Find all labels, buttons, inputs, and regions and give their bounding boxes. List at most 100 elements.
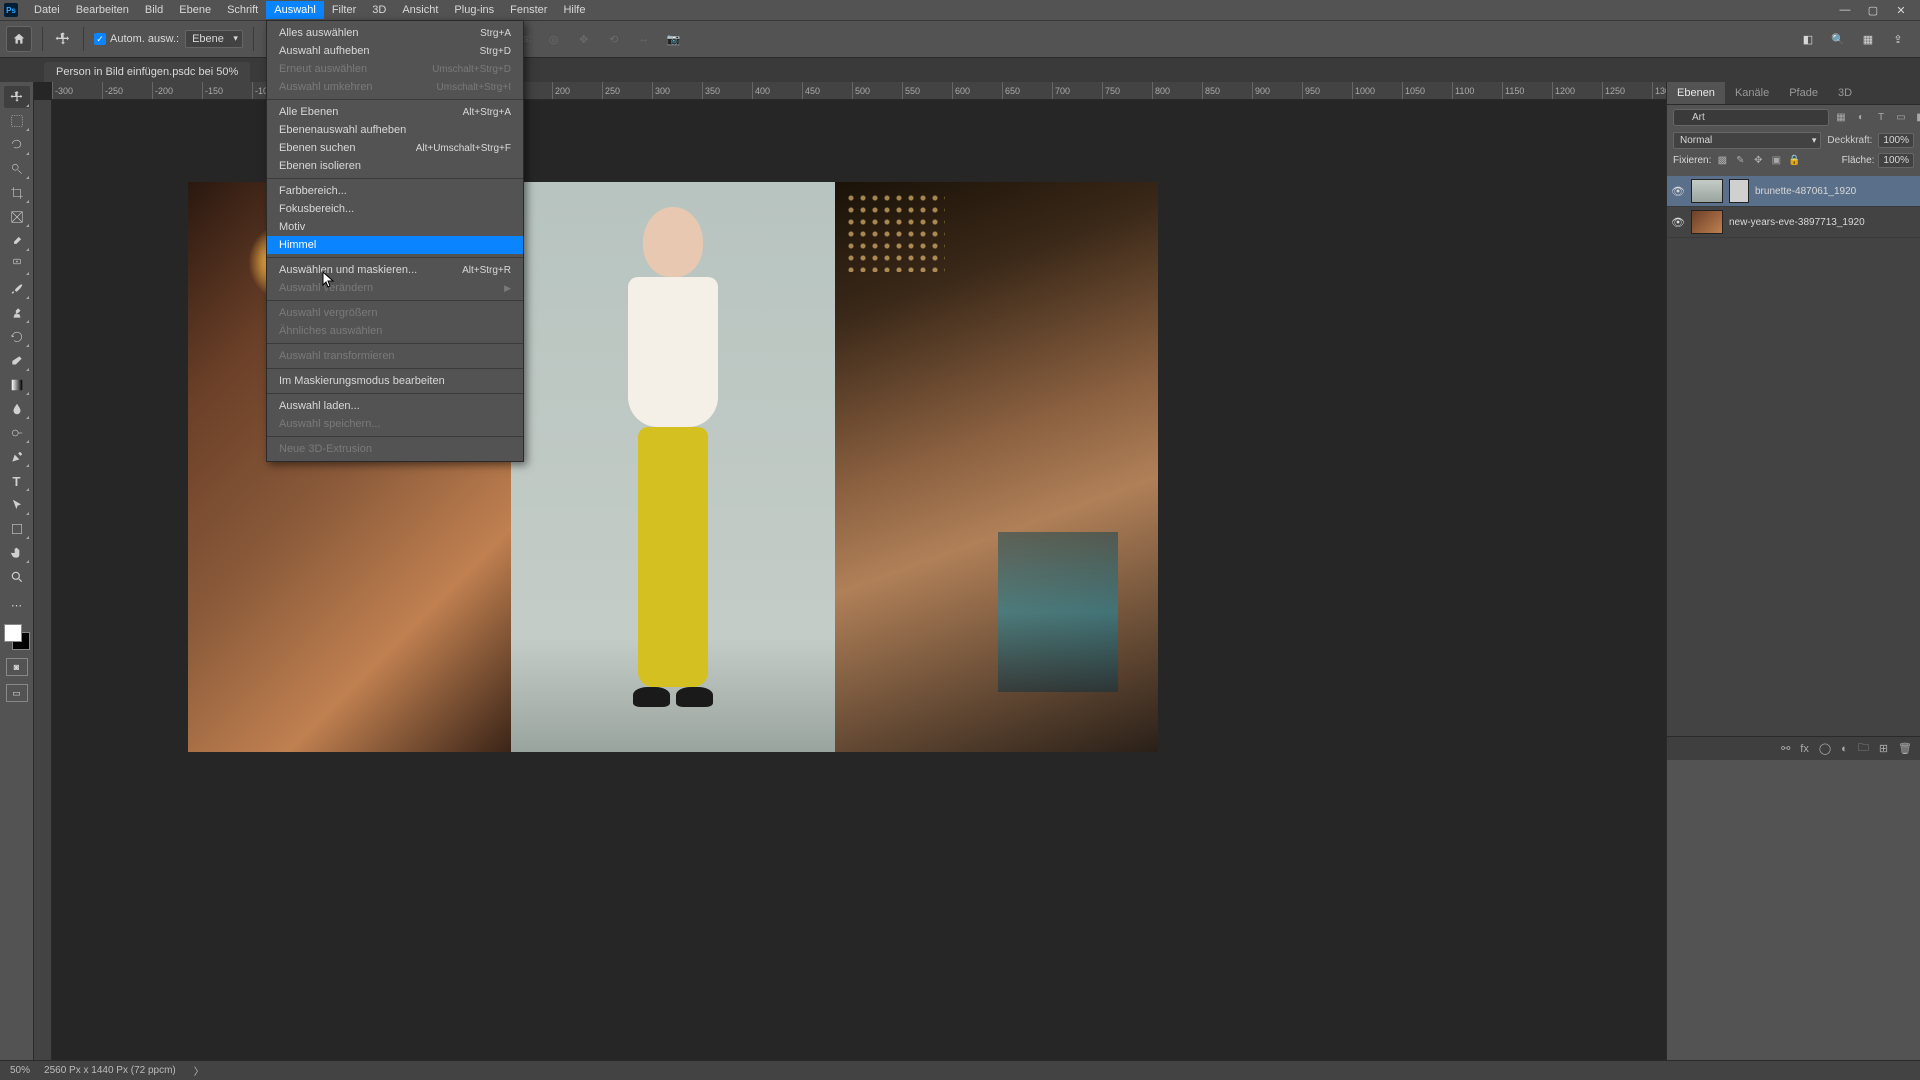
filter-pixel-icon[interactable]: ▦ [1833,110,1849,126]
menu-hilfe[interactable]: Hilfe [555,1,593,19]
3d-camera-icon[interactable]: 📷 [662,27,686,51]
menu-item[interactable]: Auswählen und maskieren...Alt+Strg+R [267,261,523,279]
layer-row[interactable]: 👁 brunette-487061_1920 [1667,176,1920,207]
new-group-icon[interactable]: 🗀 [1858,739,1869,758]
opacity-value[interactable]: 100% [1878,133,1914,148]
menu-ansicht[interactable]: Ansicht [394,1,446,19]
edit-toolbar-icon[interactable]: ⋯ [4,594,30,616]
menu-item[interactable]: Alle EbenenAlt+Strg+A [267,103,523,121]
delete-layer-icon[interactable]: 🗑 [1898,742,1912,755]
blend-mode-dropdown[interactable]: Normal [1673,132,1821,149]
cloud-docs-icon[interactable]: ◧ [1798,29,1818,49]
filter-smart-icon[interactable]: ◧ [1913,110,1920,126]
search-icon[interactable]: 🔍 [1828,29,1848,49]
lasso-tool[interactable] [4,134,30,156]
menu-item[interactable]: Ebenenauswahl aufheben [267,121,523,139]
adjustment-layer-icon[interactable]: ◐ [1841,743,1848,755]
workspace-icon[interactable]: ▦ [1858,29,1878,49]
menu-plugins[interactable]: Plug-ins [446,1,502,19]
menu-item[interactable]: Fokusbereich... [267,200,523,218]
doc-info-chevron-icon[interactable]: 〉 [194,1063,204,1078]
crop-tool[interactable] [4,182,30,204]
menu-item[interactable]: Ebenen suchenAlt+Umschalt+Strg+F [267,139,523,157]
hand-tool[interactable] [4,542,30,564]
auto-select-checkbox[interactable]: ✓ Autom. ausw.: [94,33,179,45]
doc-info[interactable]: 2560 Px x 1440 Px (72 ppcm) [44,1065,176,1076]
menu-auswahl[interactable]: Auswahl [266,1,324,19]
menu-fenster[interactable]: Fenster [502,1,555,19]
3d-slide-icon[interactable]: ↔ [632,27,656,51]
zoom-level[interactable]: 50% [10,1065,30,1076]
layer-filter-input[interactable] [1673,109,1829,126]
healing-tool[interactable] [4,254,30,276]
blur-tool[interactable] [4,398,30,420]
menu-filter[interactable]: Filter [324,1,364,19]
layer-row[interactable]: 👁 new-years-eve-3897713_1920 [1667,207,1920,238]
quick-mask-icon[interactable]: ◙ [6,658,28,676]
tab-ebenen[interactable]: Ebenen [1667,82,1725,104]
window-close-icon[interactable]: ✕ [1894,3,1908,17]
screen-mode-icon[interactable]: ▭ [6,684,28,702]
lock-paint-icon[interactable]: ✎ [1733,154,1747,168]
eyedropper-tool[interactable] [4,230,30,252]
3d-pan-icon[interactable]: ✥ [572,27,596,51]
layer-name[interactable]: new-years-eve-3897713_1920 [1729,217,1916,228]
menu-ebene[interactable]: Ebene [171,1,219,19]
menu-item[interactable]: Farbbereich... [267,182,523,200]
eraser-tool[interactable] [4,350,30,372]
move-tool[interactable] [4,86,30,108]
tab-kanaele[interactable]: Kanäle [1725,82,1779,104]
menu-datei[interactable]: Datei [26,1,68,19]
layer-name[interactable]: brunette-487061_1920 [1755,186,1916,197]
visibility-icon[interactable]: 👁 [1671,216,1685,229]
type-tool[interactable]: T [4,470,30,492]
share-icon[interactable]: ⇪ [1888,29,1908,49]
pen-tool[interactable] [4,446,30,468]
history-brush-tool[interactable] [4,326,30,348]
link-layers-icon[interactable]: ⚯ [1781,742,1790,755]
filter-adjust-icon[interactable]: ◐ [1853,110,1869,126]
visibility-icon[interactable]: 👁 [1671,185,1685,198]
lock-transparency-icon[interactable]: ▩ [1715,154,1729,168]
new-layer-icon[interactable]: ⊞ [1879,742,1888,755]
menu-item[interactable]: Ebenen isolieren [267,157,523,175]
layer-thumbnail[interactable] [1691,210,1723,234]
document-tab[interactable]: Person in Bild einfügen.psdc bei 50% [44,62,250,82]
gradient-tool[interactable] [4,374,30,396]
menu-schrift[interactable]: Schrift [219,1,266,19]
home-button[interactable] [6,26,32,52]
color-swatches[interactable] [4,624,30,650]
menu-item[interactable]: Himmel [267,236,523,254]
marquee-tool[interactable] [4,110,30,132]
zoom-tool[interactable] [4,566,30,588]
menu-item[interactable]: Auswahl aufhebenStrg+D [267,42,523,60]
frame-tool[interactable] [4,206,30,228]
lock-position-icon[interactable]: ✥ [1751,154,1765,168]
layer-thumbnail[interactable] [1691,179,1723,203]
path-selection-tool[interactable] [4,494,30,516]
menu-bild[interactable]: Bild [137,1,171,19]
window-minimize-icon[interactable]: — [1838,3,1852,17]
tab-3d[interactable]: 3D [1828,82,1862,104]
clone-stamp-tool[interactable] [4,302,30,324]
tab-pfade[interactable]: Pfade [1779,82,1828,104]
dodge-tool[interactable] [4,422,30,444]
menu-bearbeiten[interactable]: Bearbeiten [68,1,137,19]
fill-value[interactable]: 100% [1878,153,1914,168]
quick-selection-tool[interactable] [4,158,30,180]
lock-artboard-icon[interactable]: ▣ [1769,154,1783,168]
filter-type-icon[interactable]: T [1873,110,1889,126]
menu-item[interactable]: Im Maskierungsmodus bearbeiten [267,372,523,390]
menu-item[interactable]: Alles auswählenStrg+A [267,24,523,42]
brush-tool[interactable] [4,278,30,300]
rectangle-tool[interactable] [4,518,30,540]
menu-item[interactable]: Auswahl laden... [267,397,523,415]
layer-mask-thumbnail[interactable] [1729,179,1749,203]
window-maximize-icon[interactable]: ▢ [1866,3,1880,17]
layer-style-icon[interactable]: fx [1800,743,1809,755]
auto-select-dropdown[interactable]: Ebene [185,30,243,48]
lock-all-icon[interactable]: 🔒 [1787,154,1801,168]
menu-item[interactable]: Motiv [267,218,523,236]
filter-shape-icon[interactable]: ▭ [1893,110,1909,126]
menu-3d[interactable]: 3D [364,1,394,19]
